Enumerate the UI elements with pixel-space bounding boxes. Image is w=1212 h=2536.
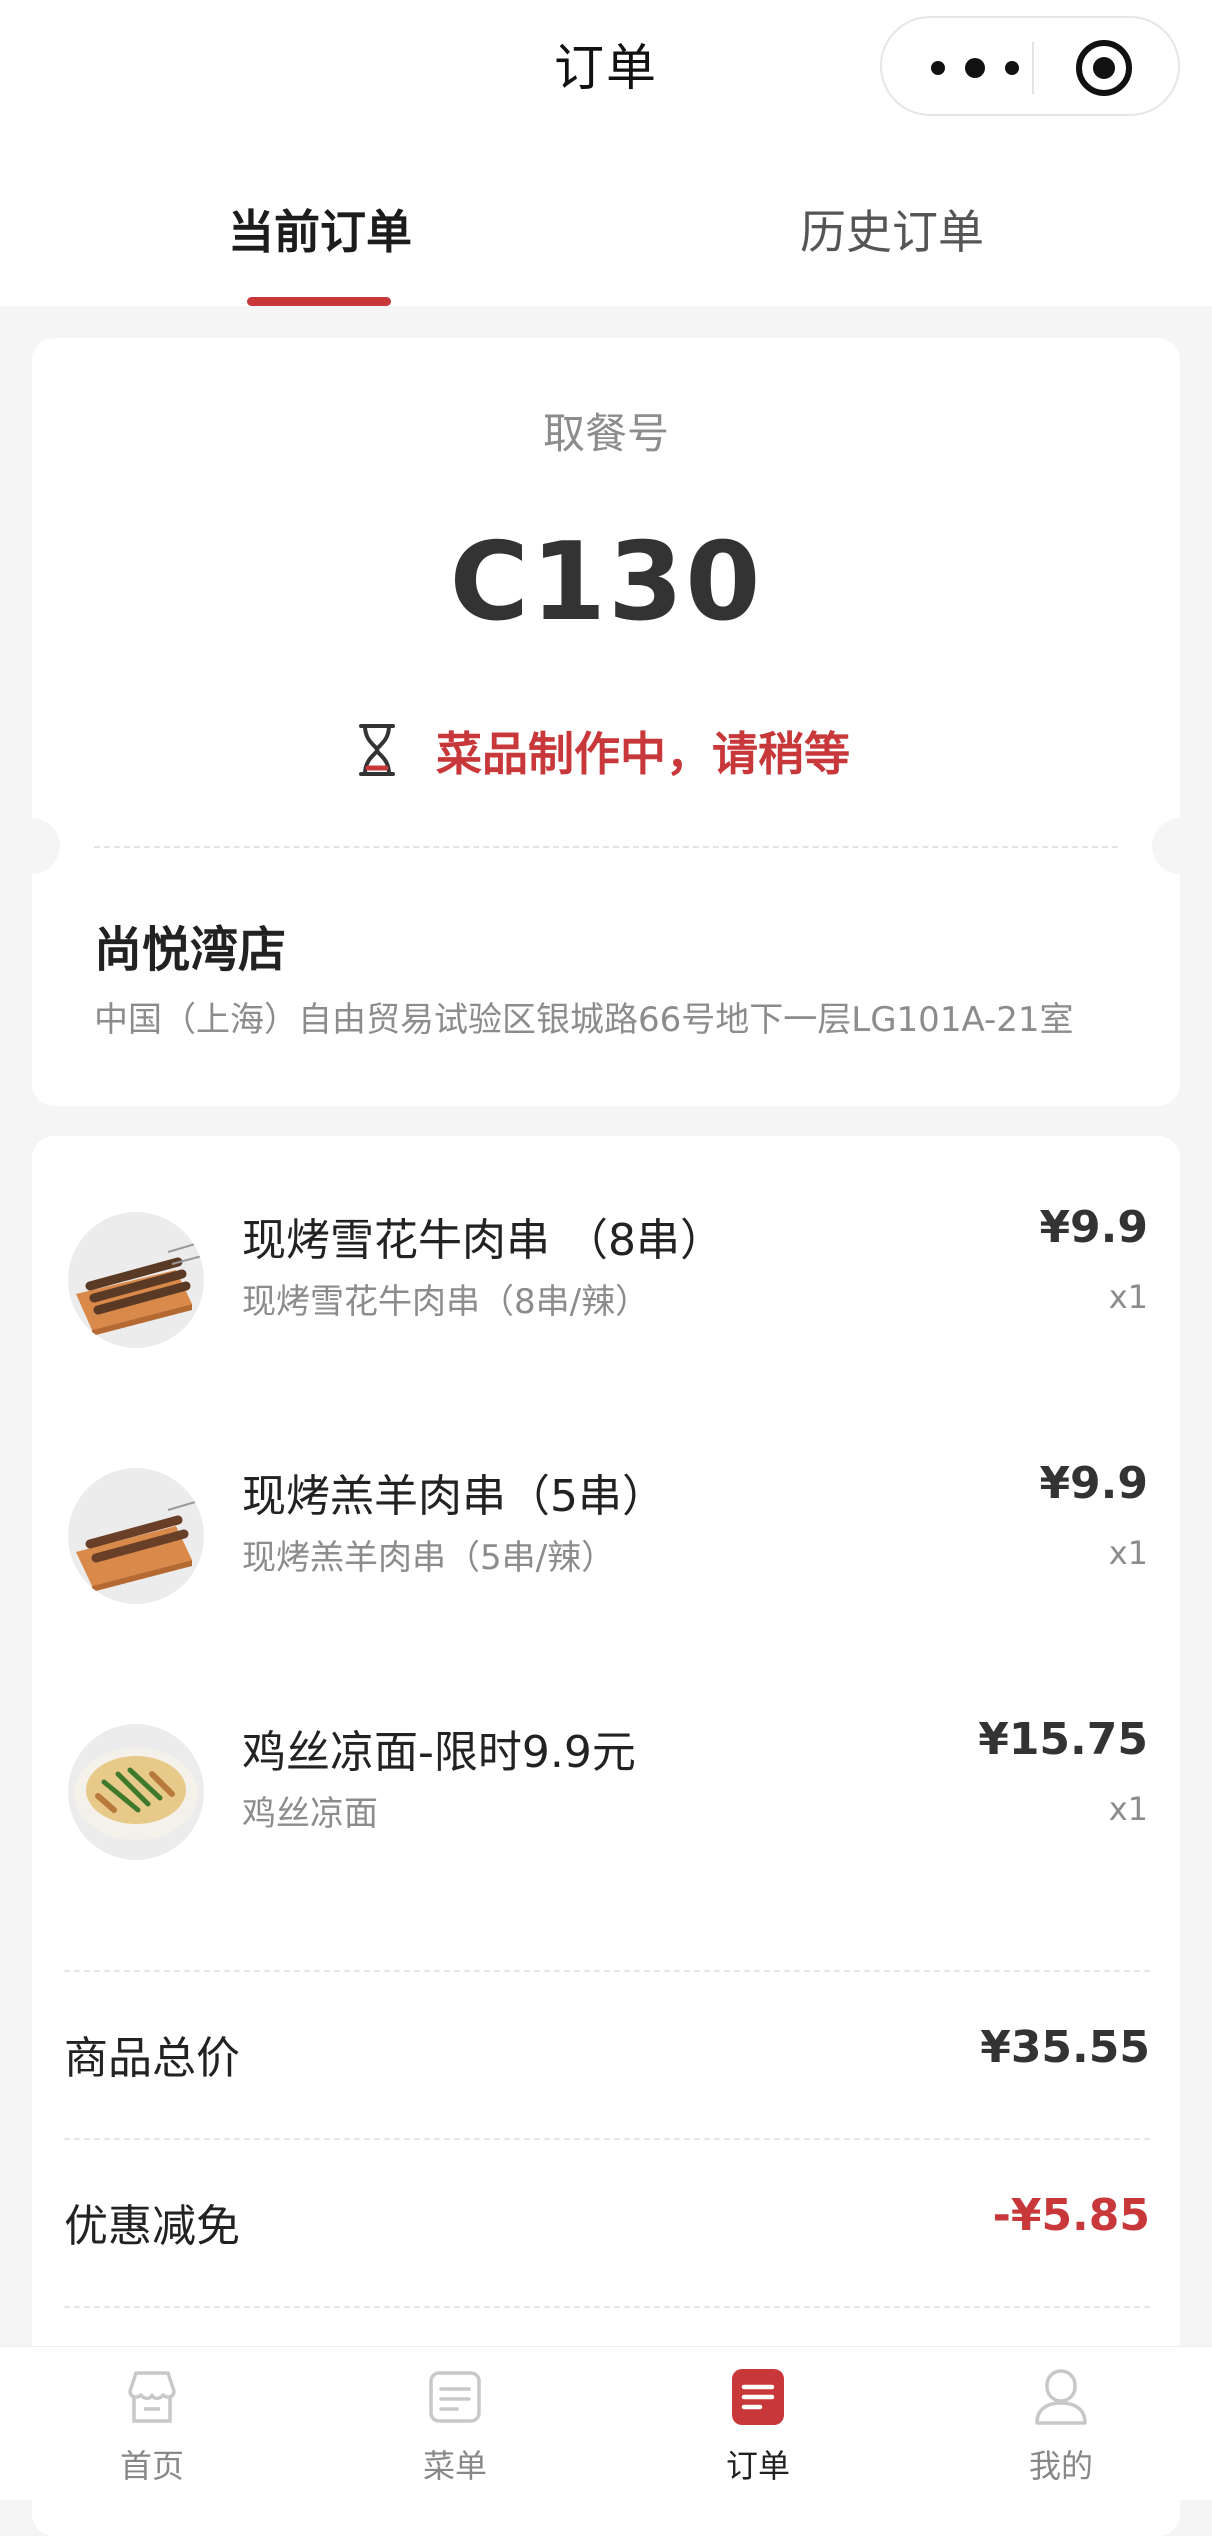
item-price: ¥15.75 [978, 1714, 1148, 1765]
nav-bar: 订单 [0, 0, 1212, 140]
tabbar-label: 首页 [119, 2447, 184, 2485]
item-spec: 现烤羔羊肉串（5串/辣） [242, 1538, 616, 1578]
order-tabs: 当前订单 历史订单 [0, 140, 1212, 306]
tab-history-orders[interactable]: 历史订单 [742, 196, 1042, 262]
tabbar-label: 我的 [1028, 2447, 1093, 2485]
dashed-divider [64, 2138, 1150, 2140]
pickup-label: 取餐号 [542, 409, 669, 458]
card-notch-left [4, 818, 60, 874]
tabbar-label: 订单 [725, 2447, 790, 2485]
active-tab-indicator [247, 297, 391, 306]
tabbar-item-profile[interactable]: 我的 [961, 2347, 1161, 2500]
list-item: 现烤雪花牛肉串 （8串） 现烤雪花牛肉串（8串/辣） ¥9.9 x1 [32, 1202, 1180, 1372]
more-icon[interactable] [920, 48, 1030, 88]
profile-icon [1035, 2369, 1087, 2425]
close-target-icon[interactable] [1074, 38, 1134, 98]
item-price: ¥9.9 [1039, 1202, 1148, 1253]
item-name: 现烤雪花牛肉串 （8串） [242, 1215, 724, 1266]
beef-skewers-photo [68, 1212, 204, 1348]
item-quantity: x1 [1108, 1278, 1148, 1316]
mini-program-capsule [880, 16, 1180, 116]
home-icon [128, 2371, 176, 2423]
store-address: 中国（上海）自由贸易试验区银城路66号地下一层LG101A-21室 [94, 1000, 1074, 1040]
item-quantity: x1 [1108, 1790, 1148, 1828]
list-item: 鸡丝凉面-限时9.9元 鸡丝凉面 ¥15.75 x1 [32, 1714, 1180, 1884]
card-notch-right [1152, 818, 1208, 874]
hourglass-icon [359, 724, 395, 776]
pickup-number: C130 [449, 520, 763, 645]
item-price: ¥9.9 [1039, 1458, 1148, 1509]
item-name: 现烤羔羊肉串（5串） [242, 1471, 666, 1522]
tabbar-item-menu[interactable]: 菜单 [355, 2347, 555, 2500]
list-item: 现烤羔羊肉串（5串） 现烤羔羊肉串（5串/辣） ¥9.9 x1 [32, 1458, 1180, 1628]
dashed-divider [94, 846, 1118, 848]
item-name: 鸡丝凉面-限时9.9元 [242, 1727, 636, 1778]
total-value: ¥35.55 [980, 2022, 1150, 2073]
tabbar-label: 菜单 [422, 2447, 487, 2485]
tabbar-item-home[interactable]: 首页 [52, 2347, 252, 2500]
dashed-divider [64, 1970, 1150, 1972]
bottom-tab-bar: 首页 菜单 订单 我的 [0, 2346, 1212, 2500]
status-text: 菜品制作中，请稍等 [436, 727, 850, 781]
tabbar-item-order[interactable]: 订单 [658, 2347, 858, 2500]
menu-icon [429, 2371, 481, 2423]
item-spec: 鸡丝凉面 [242, 1794, 378, 1834]
total-label: 商品总价 [64, 2033, 240, 2084]
store-name: 尚悦湾店 [94, 922, 287, 978]
dashed-divider [64, 2306, 1150, 2308]
capsule-divider [1032, 42, 1034, 94]
order-icon [732, 2369, 784, 2425]
cold-noodles-photo [68, 1724, 204, 1860]
item-spec: 现烤雪花牛肉串（8串/辣） [242, 1282, 650, 1322]
lamb-skewers-photo [68, 1468, 204, 1604]
item-quantity: x1 [1108, 1534, 1148, 1572]
discount-value: -¥5.85 [992, 2190, 1150, 2241]
tab-current-orders[interactable]: 当前订单 [170, 196, 470, 262]
discount-label: 优惠减免 [64, 2201, 240, 2252]
